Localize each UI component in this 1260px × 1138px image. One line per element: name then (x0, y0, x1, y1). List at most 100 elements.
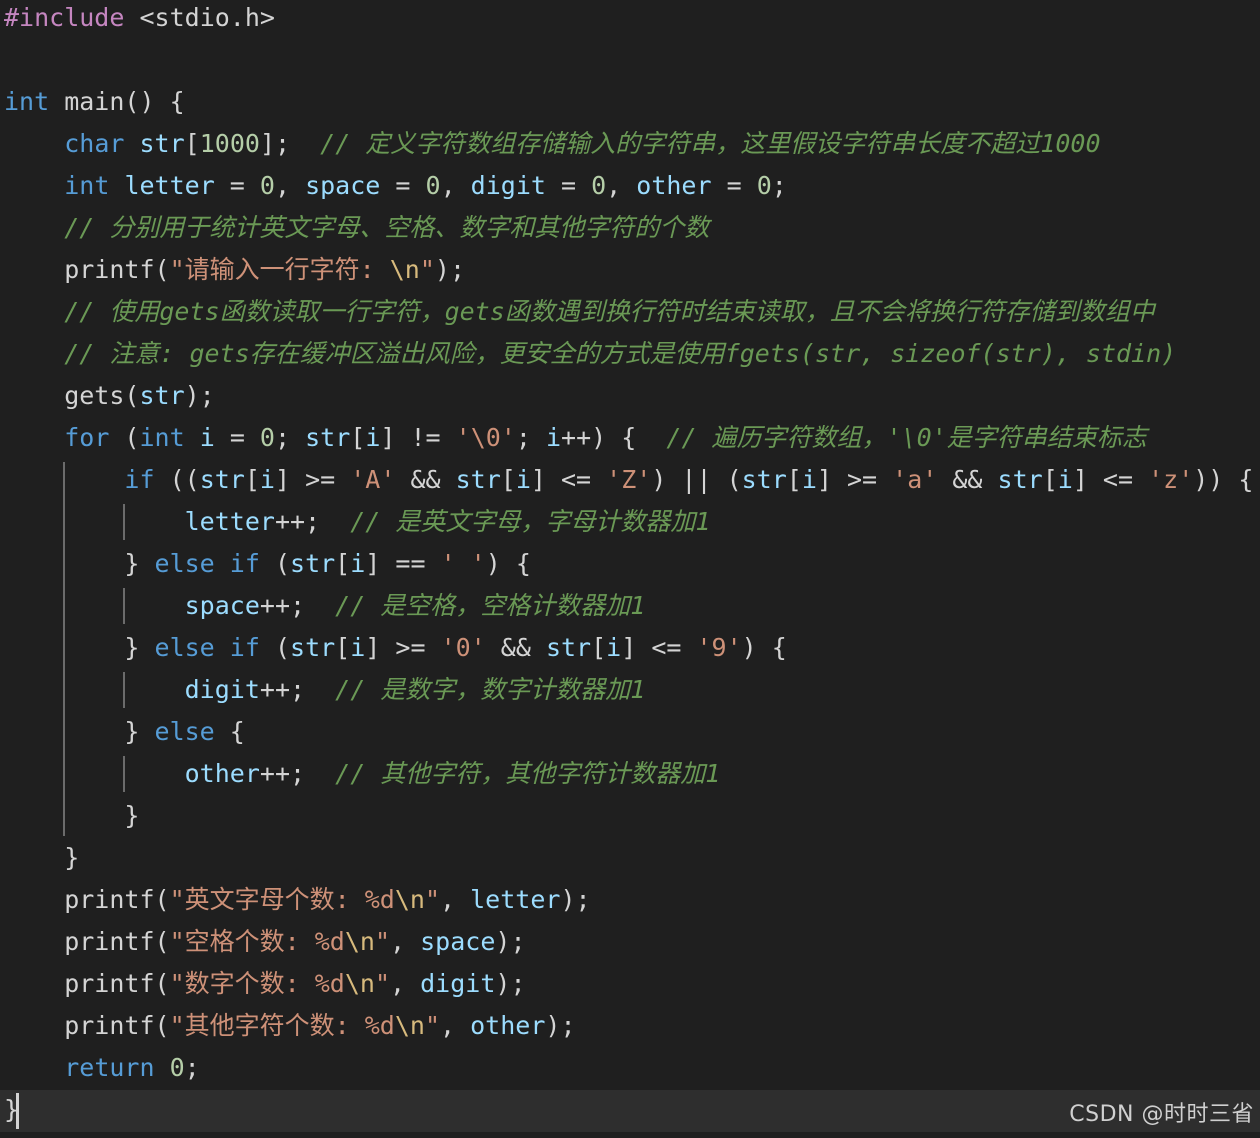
code-token: i (606, 633, 622, 662)
code-token: } (4, 843, 80, 872)
code-line[interactable]: } else if (str[i] >= '0' && str[i] <= '9… (4, 627, 786, 669)
code-token: = (380, 171, 426, 200)
code-token: ] == (365, 549, 441, 578)
code-token: printf( (4, 885, 170, 914)
code-token: "空格个数: %d (169, 927, 345, 956)
code-line[interactable]: #include <stdio.h> (4, 0, 275, 39)
code-line[interactable]: letter++; // 是英文字母，字母计数器加1 (4, 501, 711, 543)
code-line[interactable]: int main() { (4, 81, 185, 123)
code-token: \n (389, 255, 420, 284)
code-token: str (545, 633, 592, 662)
code-token: ) || ( (651, 465, 742, 494)
code-token: ++) { (561, 423, 667, 452)
code-token: 0 (259, 423, 275, 452)
code-token: letter (470, 885, 561, 914)
code-token: )) { (1193, 465, 1254, 494)
code-token: str (290, 549, 336, 578)
code-line[interactable]: gets(str); (4, 375, 215, 417)
code-token: space (420, 927, 496, 956)
code-line[interactable]: } (4, 795, 139, 837)
code-token: ); (434, 255, 466, 284)
code-token: ( (109, 423, 140, 452)
code-token: ++; (274, 507, 351, 536)
code-line[interactable]: printf("请输入一行字符: \n"); (4, 249, 465, 291)
code-token: ++; (259, 759, 336, 788)
code-token: char (64, 129, 125, 158)
code-token: = (214, 171, 260, 200)
code-token: printf( (4, 1011, 170, 1040)
code-token: '9' (696, 633, 742, 662)
code-line[interactable]: int letter = 0, space = 0, digit = 0, ot… (4, 165, 787, 207)
code-token: else (154, 633, 215, 662)
code-line[interactable]: } (4, 837, 79, 879)
code-token: [ (786, 465, 802, 494)
code-token: = (545, 171, 592, 200)
code-line[interactable]: // 使用gets函数读取一行字符，gets函数遇到换行符时结束读取，且不会将换… (4, 291, 1155, 333)
code-line[interactable]: space++; // 是空格，空格计数器加1 (4, 585, 646, 627)
code-token: { (214, 717, 245, 746)
code-line[interactable]: printf("其他字符个数: %d\n", other); (4, 1005, 576, 1047)
code-token: ; (771, 171, 787, 200)
indent-guide (123, 756, 125, 792)
code-line[interactable]: } else if (str[i] == ' ') { (4, 543, 530, 585)
code-token: #include (4, 3, 125, 32)
code-token: str (455, 465, 501, 494)
code-token: ); (545, 1011, 576, 1040)
code-token: ] >= (365, 633, 441, 662)
code-editor[interactable]: #include <stdio.h> int main() { char str[… (0, 0, 1260, 1138)
code-line[interactable]: } else { (4, 711, 245, 753)
code-token: [ (244, 465, 260, 494)
code-token: printf( (4, 255, 170, 284)
code-line[interactable]: // 注意: gets存在缓冲区溢出风险，更安全的方式是使用fgets(str,… (4, 333, 1176, 375)
code-line[interactable]: printf("空格个数: %d\n", space); (4, 921, 525, 963)
code-token: [ (1042, 465, 1058, 494)
code-token: else (154, 549, 215, 578)
code-token: str (139, 381, 185, 410)
code-token: , (440, 1011, 471, 1040)
code-line[interactable]: return 0; (4, 1047, 200, 1089)
code-token: str (139, 129, 185, 158)
code-token: " (424, 1011, 441, 1040)
code-token: ] != (380, 423, 456, 452)
code-token: ] >= (816, 465, 893, 494)
code-token: 0 (259, 171, 275, 200)
code-token: int (64, 171, 110, 200)
code-token: letter (124, 171, 215, 200)
code-token: "其他字符个数: %d (169, 1011, 395, 1040)
code-token: [ (184, 129, 200, 158)
code-token: , (606, 171, 637, 200)
code-token: other (636, 171, 712, 200)
code-token: // 是空格，空格计数器加1 (335, 591, 646, 620)
code-token: && (485, 633, 546, 662)
code-token: // 注意: gets存在缓冲区溢出风险，更安全的方式是使用fgets(str,… (64, 339, 1177, 368)
code-line[interactable]: printf("数字个数: %d\n", digit); (4, 963, 525, 1005)
code-line[interactable]: printf("英文字母个数: %d\n", letter); (4, 879, 590, 921)
code-line[interactable]: if ((str[i] >= 'A' && str[i] <= 'Z') || … (4, 459, 1253, 501)
code-token: "请输入一行字符: (169, 255, 390, 284)
code-line[interactable]: for (int i = 0; str[i] != '\0'; i++) { /… (4, 417, 1147, 459)
code-token: i (545, 423, 562, 452)
code-token: if (124, 465, 155, 494)
code-token: ++; (259, 675, 336, 704)
code-token: 1000 (199, 129, 260, 158)
code-line[interactable]: // 分别用于统计英文字母、空格、数字和其他字符的个数 (4, 207, 709, 249)
code-token: "英文字母个数: %d (169, 885, 395, 914)
code-token: str (305, 423, 351, 452)
code-token: 'a' (892, 465, 938, 494)
code-line[interactable]: char str[1000]; // 定义字符数组存储输入的字符串，这里假设字符… (4, 123, 1100, 165)
code-line[interactable]: other++; // 其他字符，其他字符计数器加1 (4, 753, 721, 795)
code-token: , (274, 171, 306, 200)
code-token: ] >= (274, 465, 351, 494)
code-token: main() (49, 87, 170, 116)
code-line[interactable]: digit++; // 是数字，数字计数器加1 (4, 669, 646, 711)
